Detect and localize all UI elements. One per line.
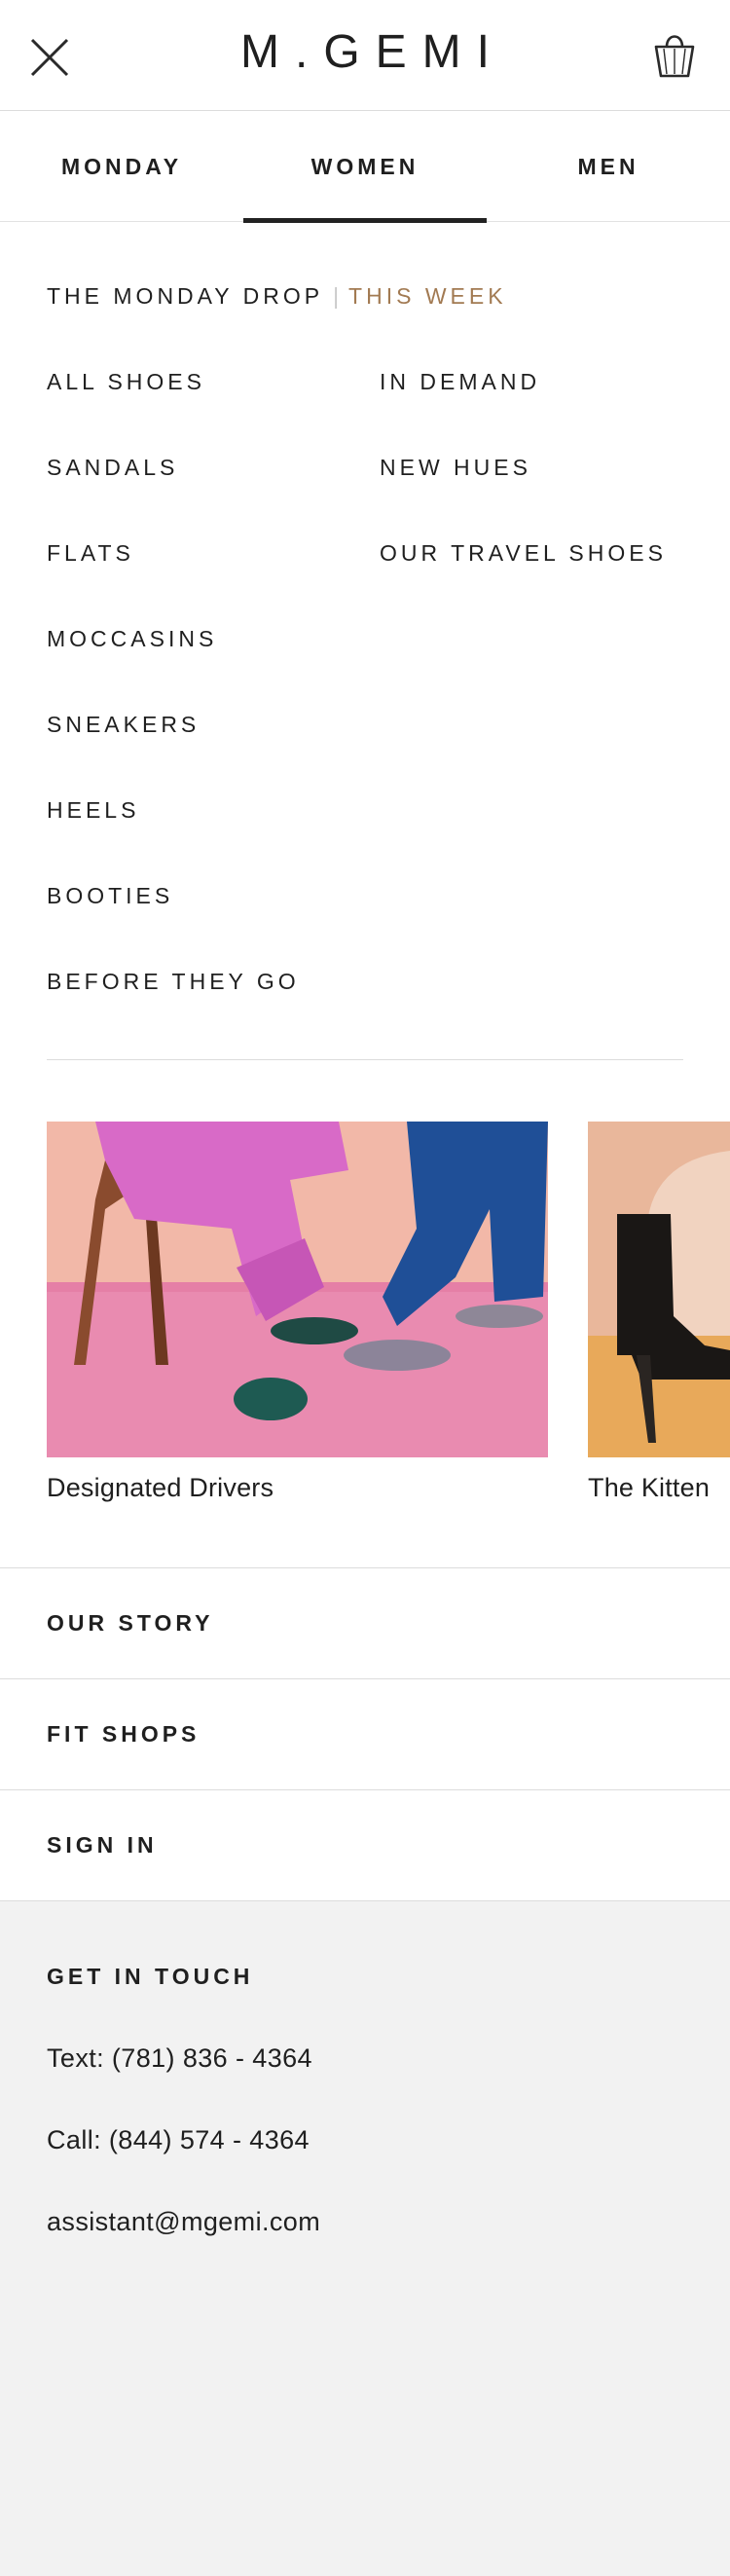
site-logo[interactable]: M.GEMI (0, 25, 730, 79)
menu-item-in-demand[interactable]: IN DEMAND (380, 369, 540, 395)
contact-text-number[interactable]: Text: (781) 836 - 4364 (47, 2043, 312, 2074)
menu-item-before-they-go[interactable]: BEFORE THEY GO (47, 969, 300, 995)
menu-item-booties[interactable]: BOOTIES (47, 883, 173, 909)
the-kitten-image (588, 1122, 730, 1457)
feature-card-the-kitten[interactable]: The Kitten (588, 1122, 730, 1503)
monday-drop-label: THE MONDAY DROP (47, 283, 324, 309)
menu-item-all-shoes[interactable]: ALL SHOES (47, 369, 205, 395)
contact-email[interactable]: assistant@mgemi.com (47, 2207, 320, 2237)
our-story-link[interactable]: OUR STORY (0, 1567, 730, 1678)
drop-separator: | (333, 283, 340, 309)
category-tabs: MONDAY WOMEN MEN (0, 111, 730, 223)
designated-drivers-image (47, 1122, 548, 1457)
contact-call-number[interactable]: Call: (844) 574 - 4364 (47, 2125, 310, 2155)
this-week-label: THIS WEEK (348, 283, 507, 309)
menu-item-flats[interactable]: FLATS (47, 540, 134, 567)
menu-item-monday-drop[interactable]: THE MONDAY DROP | THIS WEEK (47, 283, 507, 310)
menu-item-heels[interactable]: HEELS (47, 797, 139, 824)
shopping-bag-button[interactable] (652, 29, 697, 80)
tab-women[interactable]: WOMEN (243, 111, 487, 223)
header: M.GEMI (0, 0, 730, 111)
shopping-bag-icon (654, 35, 695, 78)
menu-item-sandals[interactable]: SANDALS (47, 455, 178, 481)
sign-in-link[interactable]: SIGN IN (0, 1789, 730, 1900)
menu-item-our-travel-shoes[interactable]: OUR TRAVEL SHOES (380, 540, 667, 567)
menu-divider (47, 1059, 683, 1060)
feature-card-designated-drivers[interactable]: Designated Drivers (47, 1122, 548, 1503)
menu-item-sneakers[interactable]: SNEAKERS (47, 712, 200, 738)
tab-men[interactable]: MEN (487, 111, 730, 222)
feature-caption: Designated Drivers (47, 1473, 274, 1502)
feature-caption: The Kitten (588, 1473, 711, 1502)
contact-title: GET IN TOUCH (47, 1964, 254, 1989)
menu-item-new-hues[interactable]: NEW HUES (380, 455, 531, 481)
fit-shops-link[interactable]: FIT SHOPS (0, 1678, 730, 1789)
tab-monday[interactable]: MONDAY (0, 111, 243, 222)
menu-item-moccasins[interactable]: MOCCASINS (47, 626, 217, 652)
contact-section: GET IN TOUCH Text: (781) 836 - 4364 Call… (0, 1900, 730, 2576)
